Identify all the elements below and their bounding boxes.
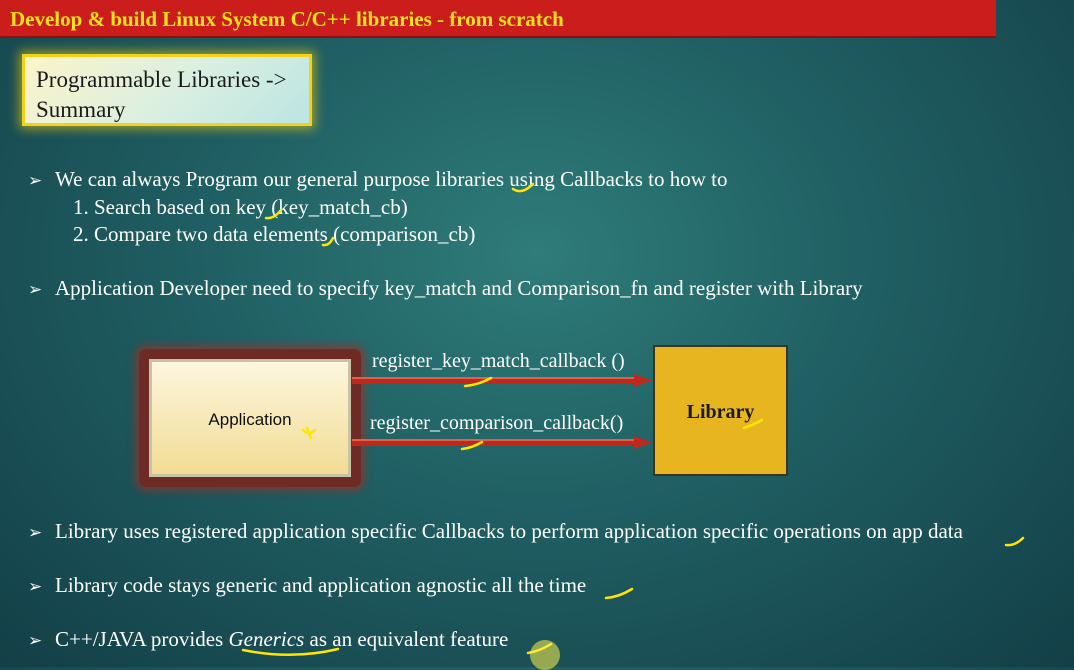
bullet-text: We can always Program our general purpos… [55,167,728,191]
sub-list-item: 2. Compare two data elements (comparison… [73,222,476,246]
right-arrow-icon [352,436,652,449]
library-box: Library [653,345,788,476]
arrow-label-key-match: register_key_match_callback () [372,350,625,372]
generics-emphasis: Generics [228,627,305,651]
bullet-text: Application Developer need to specify ke… [55,276,863,300]
arrowhead-bullet-icon: ➢ [28,577,43,597]
sub-list-item: 1. Search based on key (key_match_cb) [73,195,408,219]
bullet-item: ➢ Library uses registered application spe… [28,519,963,544]
annotation-stroke [604,587,634,600]
title-bar: Develop & build Linux System C/C++ libra… [0,0,996,38]
slide-title: Develop & build Linux System C/C++ libra… [10,7,564,31]
application-box: Application [149,359,351,477]
arrowhead-bullet-icon: ➢ [28,280,43,300]
library-label: Library [686,401,755,423]
bullet-item: ➢ Application Developer need to specify k… [28,276,863,301]
right-arrow-icon [352,374,652,387]
arrow-label-comparison: register_comparison_callback() [370,412,624,434]
bullet-text: Library uses registered application spec… [55,519,963,543]
bullet-item: ➢ C++/JAVA provides Generics as an equiva… [28,627,508,652]
bullet-text-suffix: as an equivalent feature [304,627,509,651]
bullet-item: ➢ Library code stays generic and applicat… [28,573,586,598]
bullet-text: Library code stays generic and applicati… [55,573,587,597]
arrowhead-bullet-icon: ➢ [28,631,43,651]
application-label: Application [208,410,292,429]
pointer-highlight [530,640,560,670]
bullet-text-prefix: C++/JAVA provides [55,627,229,651]
summary-heading: Programmable Libraries -> Summary [36,67,287,122]
arrowhead-bullet-icon: ➢ [28,523,43,543]
summary-box: Programmable Libraries -> Summary [22,54,312,126]
arrowhead-bullet-icon: ➢ [28,171,43,191]
bullet-item: ➢ We can always Program our general purpo… [28,167,727,192]
annotation-stroke [1004,536,1025,547]
